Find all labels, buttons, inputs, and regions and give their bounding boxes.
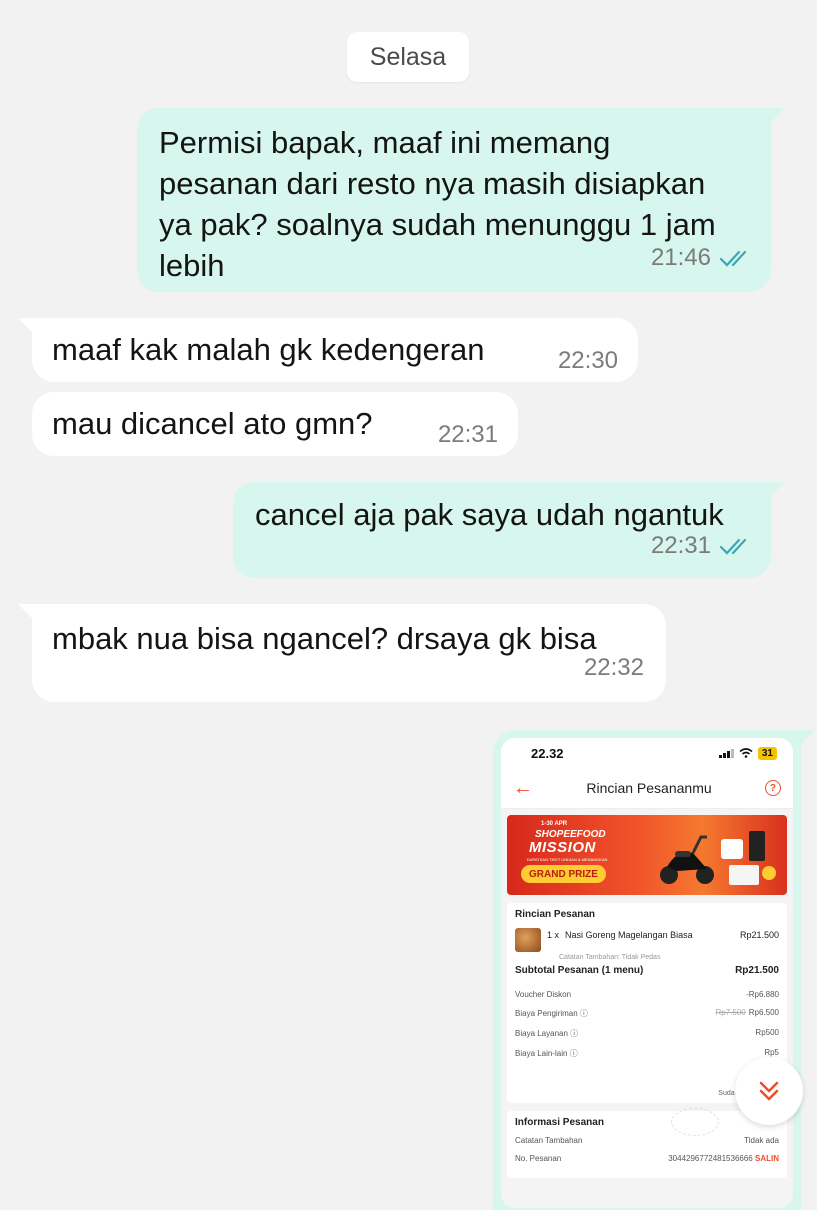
- info-value: 3044296772481536666: [668, 1154, 753, 1163]
- item-note: Catatan Tambahan: Tidak Pedas: [559, 954, 661, 961]
- fee-value: -Rp6.880: [746, 990, 779, 999]
- promo-banner: 1-30 APR SHOPEEFOOD MISSION DAPATKAN TIK…: [507, 815, 787, 895]
- scooter-icon: [660, 835, 714, 884]
- image-message[interactable]: 22.32 31 ← Rincian Pesananmu ? 1-30 APR …: [493, 730, 815, 1210]
- signal-icon: [719, 748, 734, 758]
- info-row: No. Pesanan 3044296772481536666 SALIN: [515, 1154, 779, 1163]
- fee-old-value: Rp7.500: [715, 1008, 746, 1017]
- outgoing-message[interactable]: Permisi bapak, maaf ini memang pesanan d…: [137, 108, 785, 292]
- date-separator: Selasa: [347, 32, 469, 82]
- scroll-to-bottom-button[interactable]: [735, 1057, 803, 1125]
- back-arrow-icon: ←: [513, 777, 533, 799]
- fee-label: Voucher Diskon: [515, 990, 572, 999]
- banner-prize: GRAND PRIZE: [521, 865, 606, 883]
- info-value: Tidak ada: [744, 1136, 779, 1145]
- order-screenshot[interactable]: 22.32 31 ← Rincian Pesananmu ? 1-30 APR …: [501, 738, 793, 1208]
- incoming-message[interactable]: mau dicancel ato gmn? 22:31: [32, 392, 518, 456]
- fee-value: Rp500: [755, 1028, 779, 1037]
- double-check-icon: [719, 538, 747, 555]
- outgoing-message[interactable]: cancel aja pak saya udah ngantuk 22:31: [233, 482, 785, 578]
- message-meta: 21:46: [651, 237, 753, 278]
- message-time: 22:31: [650, 532, 711, 559]
- fee-row: Biaya Pengiriman ⓘ Rp7.500 Rp6.500: [515, 1008, 779, 1019]
- subtotal-row: Subtotal Pesanan (1 menu) Rp21.500: [515, 965, 779, 976]
- copy-button[interactable]: SALIN: [755, 1154, 779, 1163]
- order-section-title: Rincian Pesanan: [515, 909, 596, 920]
- paid-stamp: [671, 1108, 719, 1136]
- message-text: mau dicancel ato gmn?: [52, 406, 373, 441]
- phone-status-bar: 22.32 31: [501, 738, 793, 768]
- info-label: Catatan Tambahan: [515, 1136, 583, 1145]
- subtotal-label: Subtotal Pesanan (1 menu): [515, 965, 644, 976]
- message-text: mbak nua bisa ngancel? drsaya gk bisa: [52, 621, 597, 656]
- info-label: No. Pesanan: [515, 1154, 562, 1163]
- double-check-icon: [719, 247, 747, 267]
- message-meta: 22:31: [651, 525, 753, 566]
- item-price: Rp21.500: [739, 930, 779, 940]
- fee-label: Biaya Layanan ⓘ: [515, 1029, 579, 1038]
- message-text: maaf kak malah gk kedengeran: [52, 332, 485, 367]
- fee-label: Biaya Lain-lain ⓘ: [515, 1049, 578, 1058]
- order-info-card: Informasi Pesanan Catatan Tambahan Tidak…: [507, 1111, 787, 1178]
- incoming-message[interactable]: mbak nua bisa ngancel? drsaya gk bisa 22…: [18, 604, 666, 702]
- item-qty: 1 x: [547, 930, 560, 940]
- fee-row: Biaya Layanan ⓘ Rp500: [515, 1028, 779, 1039]
- order-item: 1 x Nasi Goreng Magelangan Biasa Rp21.50…: [515, 928, 779, 952]
- banner-date: 1-30 APR: [541, 821, 568, 827]
- message-time: 22:32: [583, 654, 644, 681]
- help-icon: ?: [764, 780, 781, 796]
- banner-brand-bottom: MISSION: [529, 839, 596, 856]
- message-time: 22:30: [557, 347, 618, 374]
- fee-row: Voucher Diskon -Rp6.880: [515, 990, 779, 999]
- message-time: 21:46: [650, 244, 711, 271]
- order-header: ← Rincian Pesananmu ?: [501, 768, 793, 809]
- fee-row: Biaya Lain-lain ⓘ Rp5: [515, 1048, 779, 1059]
- banner-tagline: DAPATKAN TIKET UNDIAN & MENANGKAN: [527, 857, 608, 862]
- incoming-message[interactable]: maaf kak malah gk kedengeran 22:30: [18, 318, 638, 382]
- info-section-title: Informasi Pesanan: [515, 1117, 604, 1128]
- fee-value: Rp6.500: [748, 1008, 779, 1017]
- battery-icon: 31: [757, 746, 777, 760]
- food-thumbnail: [515, 928, 541, 952]
- item-name: Nasi Goreng Magelangan Biasa: [565, 930, 693, 940]
- wifi-icon: [739, 748, 753, 758]
- subtotal-value: Rp21.500: [735, 965, 779, 976]
- prize-items-icon: [721, 831, 776, 885]
- order-page-title: Rincian Pesananmu: [586, 780, 712, 796]
- info-row: Catatan Tambahan Tidak ada: [515, 1136, 779, 1145]
- status-time: 22.32: [531, 745, 564, 761]
- fee-label: Biaya Pengiriman ⓘ: [515, 1009, 588, 1018]
- double-chevron-down-icon: [759, 1081, 779, 1101]
- message-time: 22:31: [437, 421, 498, 448]
